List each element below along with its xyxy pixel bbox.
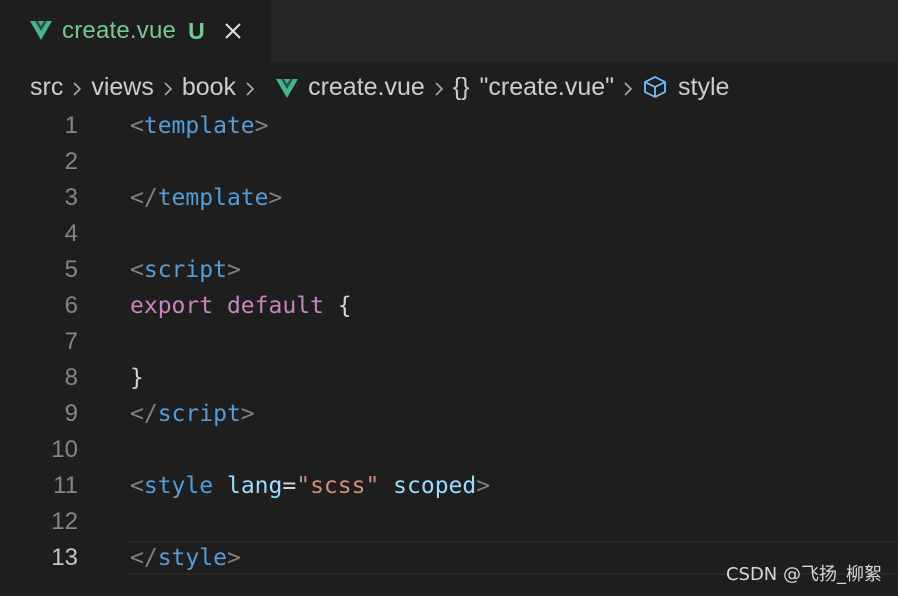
- line-number: 6: [64, 292, 78, 319]
- breadcrumb-item-book[interactable]: book: [182, 73, 236, 102]
- line-number: 5: [64, 256, 78, 283]
- breadcrumb-item-file[interactable]: create.vue: [308, 73, 425, 102]
- tag-bracket: </: [130, 545, 158, 571]
- tag-bracket: >: [254, 113, 269, 139]
- tag-bracket: </: [130, 401, 158, 427]
- tag-bracket: >: [226, 545, 241, 571]
- attribute-value: "scss": [296, 473, 380, 499]
- tag-name: template: [143, 113, 255, 139]
- breadcrumb-item-style[interactable]: style: [678, 73, 729, 102]
- tag-name: style: [143, 473, 214, 499]
- line-number-active: 13: [51, 544, 78, 571]
- untracked-badge: U: [188, 17, 205, 44]
- keyword: default: [226, 293, 324, 319]
- brace: }: [130, 365, 144, 391]
- vue-icon: [30, 21, 52, 41]
- tag-name: script: [157, 401, 241, 427]
- tag-name: style: [157, 545, 227, 571]
- brace: {: [337, 293, 352, 319]
- tag-bracket: >: [268, 185, 283, 211]
- breadcrumb-item-src[interactable]: src: [30, 73, 63, 102]
- line-number: 8: [64, 364, 78, 391]
- code-line[interactable]: 6 export default {: [0, 288, 898, 324]
- chevron-right-icon: [622, 77, 634, 97]
- chevron-right-icon: [162, 77, 174, 97]
- code-line[interactable]: 12: [0, 504, 898, 540]
- tag-name: template: [157, 185, 269, 211]
- line-number: 9: [64, 400, 78, 427]
- code-line[interactable]: 11 <style lang="scss" scoped>: [0, 468, 898, 504]
- chevron-right-icon: [244, 77, 256, 97]
- line-number: 7: [64, 328, 78, 355]
- code-line[interactable]: 7: [0, 324, 898, 360]
- chevron-right-icon: [433, 77, 445, 97]
- tab-bar: create.vue U: [0, 0, 898, 62]
- close-icon[interactable]: [223, 21, 243, 41]
- tab-create-vue[interactable]: create.vue U: [0, 0, 270, 62]
- watermark: CSDN @飞扬_柳絮: [725, 564, 882, 585]
- line-number: 12: [51, 508, 78, 535]
- tag-bracket: <: [130, 473, 144, 499]
- tab-title: create.vue: [62, 17, 177, 44]
- code-line[interactable]: 3 </template>: [0, 180, 898, 216]
- code-line[interactable]: 2: [0, 144, 898, 180]
- tag-bracket: >: [240, 401, 255, 427]
- tag-name: script: [143, 257, 227, 283]
- code-line[interactable]: 1 <template>: [0, 108, 898, 144]
- line-number: 3: [64, 184, 78, 211]
- line-number: 11: [53, 472, 78, 499]
- code-line[interactable]: 5 <script>: [0, 252, 898, 288]
- tag-bracket: >: [226, 257, 241, 283]
- tag-bracket: </: [130, 185, 158, 211]
- code-line[interactable]: 8 }: [0, 360, 898, 396]
- line-number: 10: [51, 436, 78, 463]
- tag-bracket: <: [130, 113, 144, 139]
- code-line[interactable]: 10: [0, 432, 898, 468]
- keyword: export: [130, 293, 214, 319]
- tag-bracket: >: [476, 473, 491, 499]
- vue-icon: [276, 77, 299, 98]
- code-editor[interactable]: 1 <template> 2 3 </template> 4 5 <script…: [0, 108, 898, 596]
- line-number: 1: [64, 112, 78, 139]
- attribute-name: scoped: [393, 473, 477, 499]
- chevron-right-icon: [71, 77, 83, 97]
- breadcrumb-item-views[interactable]: views: [91, 73, 154, 102]
- breadcrumb: src views book create.vue {} "create.vue…: [0, 62, 898, 112]
- attribute-name: lang: [226, 473, 283, 499]
- breadcrumb-item-object[interactable]: "create.vue": [480, 73, 615, 102]
- braces-icon: {}: [452, 72, 470, 101]
- code-line[interactable]: 9 </script>: [0, 396, 898, 432]
- tag-bracket: <: [130, 257, 144, 283]
- line-number: 4: [64, 220, 78, 247]
- code-line[interactable]: 4: [0, 216, 898, 252]
- equals-sign: =: [282, 473, 297, 499]
- cube-icon: [642, 74, 668, 100]
- line-number: 2: [64, 148, 78, 175]
